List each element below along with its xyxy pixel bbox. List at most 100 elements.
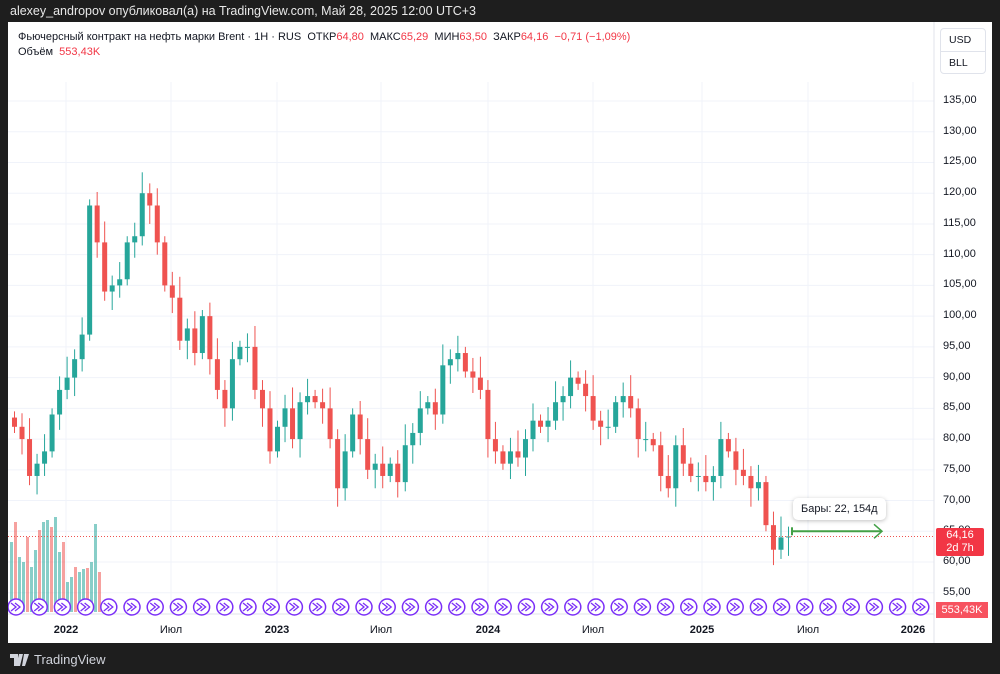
event-marker-icon[interactable] [796,598,814,616]
candle-body [252,346,258,390]
currency-unit-selector[interactable]: USD BLL [940,28,986,74]
event-marker-icon[interactable] [8,598,25,616]
chart-panel[interactable]: Фьючерсный контракт на нефть марки Brent… [8,22,992,643]
event-marker-icon[interactable] [216,598,234,616]
volume-label: Объём [18,46,54,58]
event-marker-icon[interactable] [262,598,280,616]
candle-body [237,346,243,360]
event-marker-icon[interactable] [53,598,72,616]
event-marker-icon[interactable] [749,598,768,616]
event-marker-icon[interactable] [865,598,884,616]
candle-body [395,463,401,483]
volume-bar [42,522,45,612]
price-tick-label: 70,00 [943,493,971,506]
event-marker-icon[interactable] [888,598,907,616]
event-marker-icon[interactable] [30,598,48,616]
price-tick-label: 125,00 [943,155,977,168]
candle-body [290,408,296,440]
candle-body [628,396,634,409]
candle-body [492,439,498,452]
event-marker-icon[interactable] [633,598,652,616]
candle-body [613,402,619,427]
candle-body [530,420,536,440]
event-marker-icon[interactable] [285,598,304,616]
symbol-name[interactable]: Фьючерсный контракт на нефть марки Brent… [18,31,301,43]
candle-body [733,451,739,470]
price-tick-label: 135,00 [943,94,977,106]
high-value: 65,29 [400,31,429,43]
event-marker-icon[interactable] [76,598,95,616]
candle-body [425,402,431,409]
event-marker-icon[interactable] [146,598,164,616]
candle-body [665,475,671,489]
event-marker-icon[interactable] [378,598,396,616]
volume-bar [26,537,29,612]
event-marker-icon[interactable] [656,598,675,616]
open-label: ОТКР [307,31,337,43]
open-value: 64,80 [336,31,364,43]
candle-body [387,463,393,476]
event-marker-icon[interactable] [680,598,698,616]
event-marker-icon[interactable] [726,598,744,616]
symbol-legend: Фьючерсный контракт на нефть марки Brent… [18,30,630,60]
candle-body [748,475,754,489]
event-marker-icon[interactable] [355,598,373,616]
candle-body [680,445,686,464]
event-marker-icon[interactable] [540,598,559,616]
event-marker-icon[interactable] [239,598,257,616]
time-tick-label: 2023 [264,624,290,636]
candle-body [312,396,318,403]
candle-body [207,316,213,360]
event-marker-icon[interactable] [610,598,628,616]
event-marker-icon[interactable] [912,598,930,616]
candle-body [350,414,356,452]
candle-body [372,463,378,470]
candle-body [267,408,273,452]
event-marker-icon[interactable] [703,598,721,616]
currency-label[interactable]: USD [941,29,985,51]
event-marker-icon[interactable] [308,598,327,616]
event-marker-icon[interactable] [169,598,188,616]
candle-body [718,439,724,476]
price-tick-label: 110,00 [943,247,976,260]
close-label: ЗАКР [493,31,521,43]
candle-body [545,420,551,427]
candle-body [553,402,559,421]
event-marker-icon[interactable] [564,598,582,616]
unit-label[interactable]: BLL [941,51,985,73]
candle-body [357,414,363,440]
price-chart[interactable] [8,22,992,643]
candle-body [109,285,115,292]
price-tick-label: 80,00 [943,432,971,445]
candle-body [177,297,183,341]
candle-body [147,193,153,206]
volume-bar [54,517,57,612]
event-marker-icon[interactable] [424,598,443,616]
candle-body [27,439,33,476]
event-marker-icon[interactable] [842,598,860,616]
event-marker-icon[interactable] [587,598,605,616]
low-value: 63,50 [459,31,487,43]
candle-body [259,389,265,409]
event-marker-icon[interactable] [192,598,211,616]
candle-body [94,205,100,243]
event-marker-icon[interactable] [494,598,512,616]
candle-body [124,242,130,280]
candle-body [380,463,386,476]
last-price-tag: 64,16 2d 7h [936,528,984,556]
event-marker-icon[interactable] [819,598,837,616]
candle-body [192,328,198,354]
event-marker-icon[interactable] [448,598,466,616]
event-marker-icon[interactable] [123,598,141,616]
event-marker-icon[interactable] [100,598,118,616]
event-marker-icon[interactable] [471,598,489,616]
candle-body [365,439,371,470]
event-marker-icon[interactable] [401,598,420,616]
candle-body [455,353,461,360]
event-marker-icon[interactable] [772,598,791,616]
time-tick-label: 2025 [689,624,715,636]
candle-body [507,451,513,464]
candle-body [402,445,408,483]
event-marker-icon[interactable] [332,598,350,616]
event-marker-icon[interactable] [517,598,536,616]
